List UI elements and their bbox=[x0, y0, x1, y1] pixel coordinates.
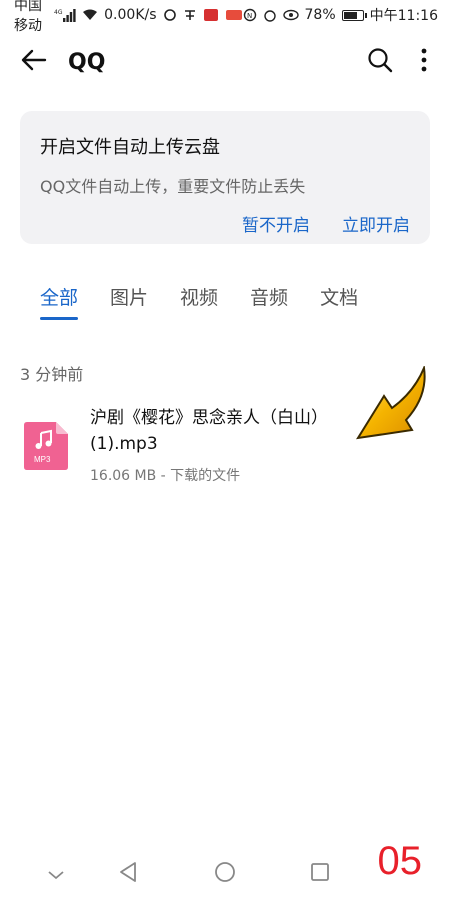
not-now-button[interactable]: 暂不开启 bbox=[242, 211, 310, 236]
file-name: 沪剧《樱花》思念亲人（白山）(1).mp3 bbox=[90, 408, 328, 454]
status-bar: 中国移动 4G 0.00K/s N 78% 中午11:16 bbox=[0, 0, 450, 34]
nav-back-button[interactable] bbox=[108, 854, 148, 894]
file-icon-label: MP3 bbox=[34, 455, 51, 464]
alarm-icon bbox=[263, 8, 277, 22]
music-file-icon: MP3 bbox=[24, 422, 68, 470]
nav-home-button[interactable] bbox=[205, 854, 245, 894]
nfc-icon: N bbox=[243, 8, 257, 22]
sync-icon bbox=[163, 8, 177, 22]
circle-home-icon bbox=[214, 861, 236, 887]
svg-text:N: N bbox=[247, 12, 252, 20]
back-button[interactable] bbox=[4, 32, 64, 92]
file-type-tabs: 全部 图片 视频 音频 文档 bbox=[40, 283, 390, 320]
wifi-icon bbox=[82, 9, 98, 21]
network-type-label: 4G bbox=[54, 9, 63, 16]
carrier-label: 中国移动 bbox=[14, 0, 42, 34]
tab-documents[interactable]: 文档 bbox=[320, 283, 358, 320]
banner-subtitle: QQ文件自动上传，重要文件防止丢失 bbox=[40, 177, 306, 196]
eye-icon bbox=[282, 9, 299, 21]
more-options-button[interactable] bbox=[406, 40, 442, 84]
hide-nav-button[interactable] bbox=[36, 854, 76, 894]
network-speed: 0.00K/s bbox=[104, 7, 157, 23]
signal-icon: 4G bbox=[54, 8, 76, 22]
chevron-down-icon bbox=[47, 865, 65, 884]
more-vertical-icon bbox=[421, 48, 427, 76]
battery-percent: 78% bbox=[304, 7, 336, 23]
tab-images[interactable]: 图片 bbox=[110, 283, 148, 320]
nav-recents-button[interactable] bbox=[300, 854, 340, 894]
app-notification-icon bbox=[183, 8, 197, 22]
enable-now-button[interactable]: 立即开启 bbox=[342, 211, 410, 236]
banner-title: 开启文件自动上传云盘 bbox=[40, 137, 220, 158]
section-time-label: 3 分钟前 bbox=[20, 365, 84, 384]
back-arrow-icon bbox=[21, 49, 47, 75]
tab-videos[interactable]: 视频 bbox=[180, 283, 218, 320]
tab-audio[interactable]: 音频 bbox=[250, 283, 288, 320]
tab-all[interactable]: 全部 bbox=[40, 283, 79, 320]
triangle-back-icon bbox=[118, 861, 138, 887]
clock: 中午11:16 bbox=[369, 8, 438, 24]
page-number-label: 05 bbox=[377, 839, 423, 883]
search-icon bbox=[367, 47, 393, 77]
battery-icon bbox=[341, 9, 367, 21]
app-header: QQ bbox=[0, 32, 450, 92]
video-app-icon bbox=[225, 8, 243, 22]
search-button[interactable] bbox=[358, 40, 402, 84]
file-meta: 16.06 MB - 下载的文件 bbox=[90, 468, 241, 484]
news-app-icon bbox=[203, 8, 219, 22]
square-recents-icon bbox=[310, 862, 330, 886]
system-nav-bar: 05 bbox=[0, 839, 450, 900]
pointer-arrow-icon bbox=[354, 364, 430, 464]
page-title: QQ bbox=[68, 49, 106, 75]
cloud-upload-banner: 开启文件自动上传云盘 QQ文件自动上传，重要文件防止丢失 暂不开启 立即开启 bbox=[20, 111, 430, 244]
